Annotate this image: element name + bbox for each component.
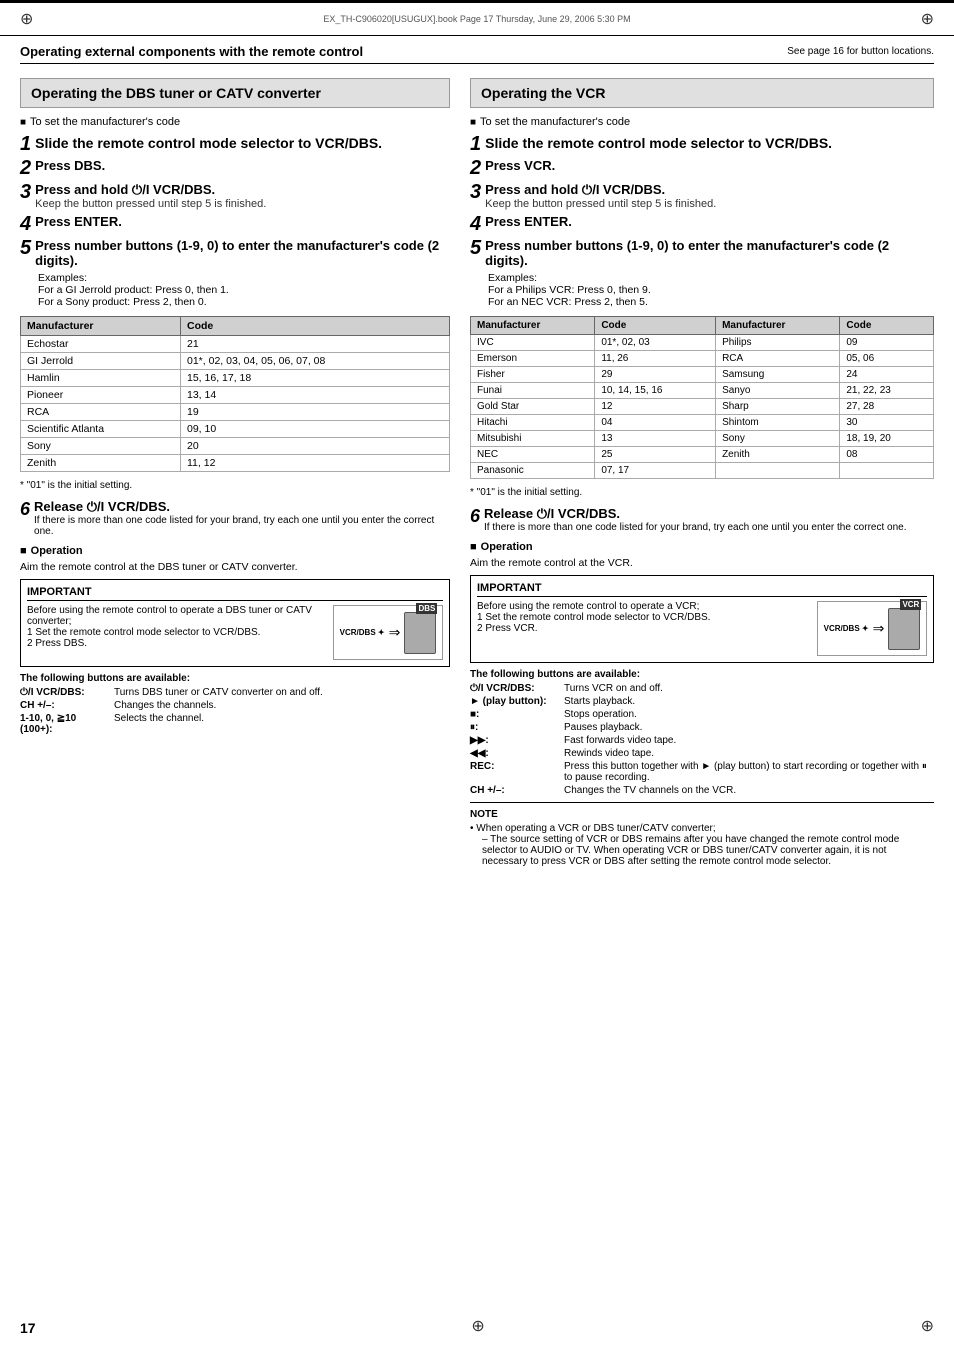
dbs-step3: 3 Press and hold ⏻/I VCR/DBS. Keep the b…	[20, 182, 450, 210]
button-row: ⏻/I VCR/DBS:Turns VCR on and off.	[470, 683, 934, 694]
button-row: ■:Stops operation.	[470, 709, 934, 720]
table-row: RCA19	[21, 404, 450, 421]
dbs-step1: 1 Slide the remote control mode selector…	[20, 134, 450, 154]
vcr-section-header: Operating the VCR	[470, 78, 934, 108]
table-row: Funai10, 14, 15, 16Sanyo21, 22, 23	[471, 383, 934, 399]
corner-mark-br: ⊕	[921, 1316, 934, 1336]
vcr-dbs-diagram-label: VCR/DBS ✦	[340, 628, 385, 637]
vcr-step5-examples: Examples: For a Philips VCR: Press 0, th…	[488, 272, 934, 308]
dbs-step2: 2 Press DBS.	[20, 158, 450, 178]
dbs-step5: 5 Press number buttons (1-9, 0) to enter…	[20, 238, 450, 268]
vcr-step6: 6 Release ⏻/I VCR/DBS. If there is more …	[470, 506, 934, 533]
dbs-remote-label: DBS	[416, 603, 437, 614]
vcr-operation-header: Operation	[470, 541, 934, 553]
vcr-note-box: NOTE When operating a VCR or DBS tuner/C…	[470, 802, 934, 867]
button-row: REC:Press this button together with ► (p…	[470, 761, 934, 783]
dbs-operation: Operation Aim the remote control at the …	[20, 545, 450, 735]
operating-external-label: Operating external components with the r…	[20, 44, 363, 59]
vcr-table-h2: Code	[595, 317, 716, 335]
dbs-step5-examples: Examples: For a GI Jerrold product: Pres…	[38, 272, 450, 308]
table-row: NEC25Zenith08	[471, 447, 934, 463]
dbs-operation-text: Aim the remote control at the DBS tuner …	[20, 561, 450, 573]
vcr-important-text: Before using the remote control to opera…	[477, 601, 807, 656]
vcr-step5: 5 Press number buttons (1-9, 0) to enter…	[470, 238, 934, 268]
table-row: Gold Star12Sharp27, 28	[471, 399, 934, 415]
vcr-important-title: IMPORTANT	[477, 582, 927, 597]
dbs-important-title: IMPORTANT	[27, 586, 443, 601]
vcr-operation-text: Aim the remote control at the VCR.	[470, 557, 934, 569]
button-row: ◀◀:Rewinds video tape.	[470, 748, 934, 759]
table-row: Zenith11, 12	[21, 455, 450, 472]
table-row: Hitachi04Shintom30	[471, 415, 934, 431]
table-row: GI Jerrold01*, 02, 03, 04, 05, 06, 07, 0…	[21, 353, 450, 370]
vcr-step2: 2 Press VCR.	[470, 158, 934, 178]
vcr-operation: Operation Aim the remote control at the …	[470, 541, 934, 867]
dbs-operation-header: Operation	[20, 545, 450, 557]
button-row: CH +/–:Changes the TV channels on the VC…	[470, 785, 934, 796]
dbs-manufacturer-label: To set the manufacturer's code	[20, 116, 450, 128]
vcr-table-h4: Code	[840, 317, 934, 335]
vcr-step4: 4 Press ENTER.	[470, 214, 934, 234]
file-info: EX_TH-C906020[USUGUX].book Page 17 Thurs…	[323, 14, 630, 24]
vcr-buttons-available: The following buttons are available: ⏻/I…	[470, 669, 934, 796]
vcr-table-h3: Manufacturer	[716, 317, 840, 335]
dbs-important-box: IMPORTANT Before using the remote contro…	[20, 579, 450, 667]
vcr-title: Operating the VCR	[481, 85, 923, 101]
corner-mark-bl: ⊕	[471, 1316, 484, 1336]
vcr-step3: 3 Press and hold ⏻/I VCR/DBS. Keep the b…	[470, 182, 934, 210]
vcr-arrow-icon: ⇒	[873, 620, 885, 637]
table-row: Pioneer13, 14	[21, 387, 450, 404]
button-row: ⏸:Pauses playback.	[470, 722, 934, 733]
page: ⊕ EX_TH-C906020[USUGUX].book Page 17 Thu…	[0, 0, 954, 1351]
corner-mark-tr: ⊕	[921, 9, 934, 29]
vcr-table: Manufacturer Code Manufacturer Code IVC0…	[470, 316, 934, 479]
vcr-diagram-label: VCR/DBS ✦	[824, 624, 869, 633]
button-row: ⏻/I VCR/DBS:Turns DBS tuner or CATV conv…	[20, 687, 450, 698]
page-number: 17	[20, 1320, 36, 1336]
vcr-footnote: * "01" is the initial setting.	[470, 487, 934, 498]
dbs-buttons-available: The following buttons are available: ⏻/I…	[20, 673, 450, 735]
dbs-step6: 6 Release ⏻/I VCR/DBS. If there is more …	[20, 499, 450, 537]
table-row: IVC01*, 02, 03Philips09	[471, 335, 934, 351]
vcr-diagram: VCR/DBS ✦ ⇒ VCR	[817, 601, 927, 656]
see-page-label: See page 16 for button locations.	[787, 46, 934, 57]
button-row: 1-10, 0, ≧10 (100+):Selects the channel.	[20, 713, 450, 735]
button-row: ▶▶:Fast forwards video tape.	[470, 735, 934, 746]
table-row: Scientific Atlanta09, 10	[21, 421, 450, 438]
table-row: Fisher29Samsung24	[471, 367, 934, 383]
vcr-important-box: IMPORTANT Before using the remote contro…	[470, 575, 934, 663]
dbs-table-header-code: Code	[181, 317, 450, 336]
dbs-table-header-manufacturer: Manufacturer	[21, 317, 181, 336]
table-row: Mitsubishi13Sony18, 19, 20	[471, 431, 934, 447]
vcr-manufacturer-label: To set the manufacturer's code	[470, 116, 934, 128]
arrow-icon: ⇒	[389, 624, 401, 641]
vcr-step1: 1 Slide the remote control mode selector…	[470, 134, 934, 154]
dbs-section: Operating the DBS tuner or CATV converte…	[20, 78, 450, 867]
dbs-footnote: * "01" is the initial setting.	[20, 480, 450, 491]
corner-mark-tl: ⊕	[20, 9, 33, 29]
dbs-step4: 4 Press ENTER.	[20, 214, 450, 234]
vcr-table-h1: Manufacturer	[471, 317, 595, 335]
button-row: CH +/–:Changes the channels.	[20, 700, 450, 711]
dbs-important-text: Before using the remote control to opera…	[27, 605, 323, 660]
page-subtitle: Operating external components with the r…	[20, 44, 934, 64]
vcr-section: Operating the VCR To set the manufacture…	[470, 78, 934, 867]
table-row: Echostar21	[21, 336, 450, 353]
dbs-table: Manufacturer Code Echostar21GI Jerrold01…	[20, 316, 450, 472]
table-row: Emerson11, 26RCA05, 06	[471, 351, 934, 367]
vcr-remote-label: VCR	[900, 599, 921, 610]
dbs-section-header: Operating the DBS tuner or CATV converte…	[20, 78, 450, 108]
table-row: Sony20	[21, 438, 450, 455]
dbs-diagram: VCR/DBS ✦ ⇒ DBS	[333, 605, 443, 660]
button-row: ► (play button):Starts playback.	[470, 696, 934, 707]
table-row: Panasonic07, 17	[471, 463, 934, 479]
table-row: Hamlin15, 16, 17, 18	[21, 370, 450, 387]
dbs-title: Operating the DBS tuner or CATV converte…	[31, 85, 439, 101]
